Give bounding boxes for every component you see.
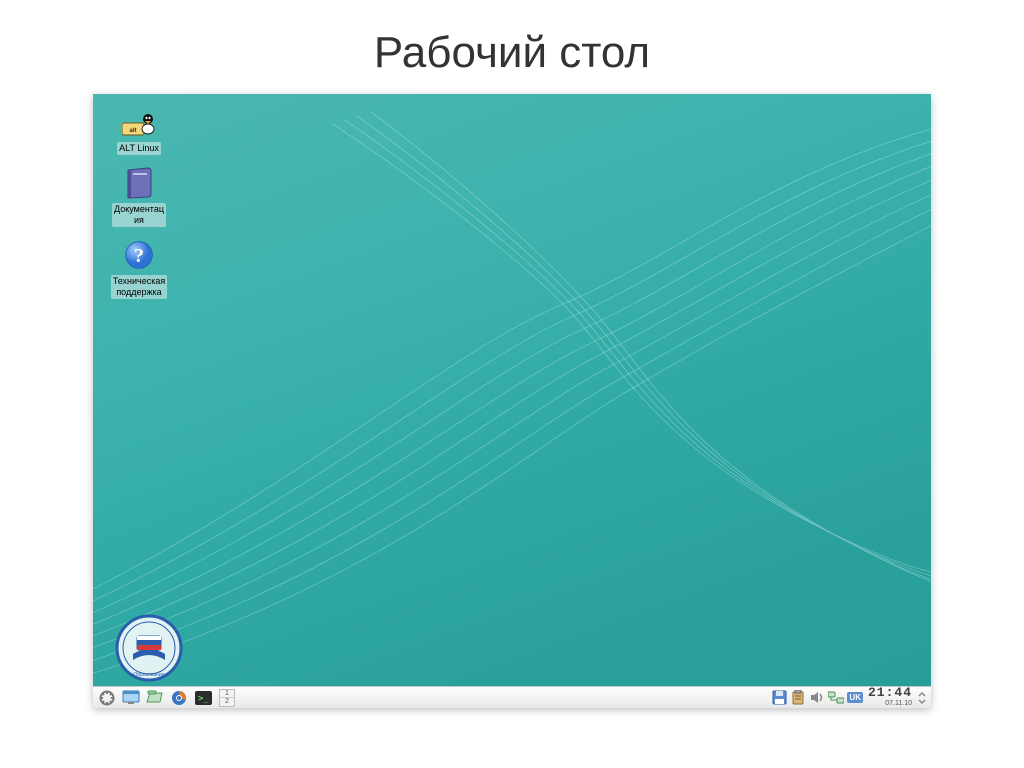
svg-text:alt: alt	[129, 128, 136, 134]
svg-text:«Образование»: «Образование»	[131, 672, 168, 678]
clipboard-icon[interactable]	[790, 690, 806, 706]
file-manager-icon[interactable]	[145, 689, 165, 707]
save-device-icon[interactable]	[771, 690, 787, 706]
desktop-icon-label: Документац ия	[112, 203, 166, 227]
taskbar-left: >_ 1 2	[93, 687, 235, 708]
workspace-pager: 1 2	[219, 689, 235, 707]
tray-expand-icon[interactable]	[917, 690, 927, 706]
desktop-icon-support[interactable]: ? Техническая поддержка	[103, 237, 175, 299]
svg-text:?: ?	[134, 245, 144, 267]
keyboard-layout-indicator[interactable]: UK	[847, 692, 863, 703]
taskbar: >_ 1 2 U	[93, 686, 931, 708]
network-icon[interactable]	[828, 690, 844, 706]
education-logo: «Образование»	[115, 614, 183, 682]
desktop-icon-documentation[interactable]: Документац ия	[103, 165, 175, 227]
desktop-icon-alt-linux[interactable]: alt ALT Linux	[103, 104, 175, 155]
workspace-2[interactable]: 2	[220, 698, 234, 706]
show-desktop-icon[interactable]	[121, 689, 141, 707]
desktop-icon-label: Техническая поддержка	[111, 275, 168, 299]
desktop-icons: alt ALT Linux Доку	[103, 104, 175, 299]
clock-time: 21:44	[868, 687, 912, 699]
support-icon: ?	[121, 237, 157, 273]
terminal-icon[interactable]: >_	[193, 689, 213, 707]
desktop-screenshot: alt ALT Linux Доку	[93, 94, 931, 708]
svg-text:>_: >_	[198, 694, 209, 704]
volume-icon[interactable]	[809, 690, 825, 706]
slide-title: Рабочий стол	[374, 28, 650, 78]
desktop-icon-label: ALT Linux	[117, 142, 161, 155]
taskbar-clock[interactable]: 21:44 07.11.10	[866, 687, 914, 708]
wallpaper-waves	[93, 94, 931, 708]
browser-icon[interactable]	[169, 689, 189, 707]
taskbar-right: UK 21:44 07.11.10	[771, 687, 931, 708]
start-menu-icon[interactable]	[97, 689, 117, 707]
workspace-1[interactable]: 1	[220, 690, 234, 698]
alt-linux-icon: alt	[121, 104, 157, 140]
documentation-icon	[121, 165, 157, 201]
clock-date: 07.11.10	[885, 699, 912, 708]
